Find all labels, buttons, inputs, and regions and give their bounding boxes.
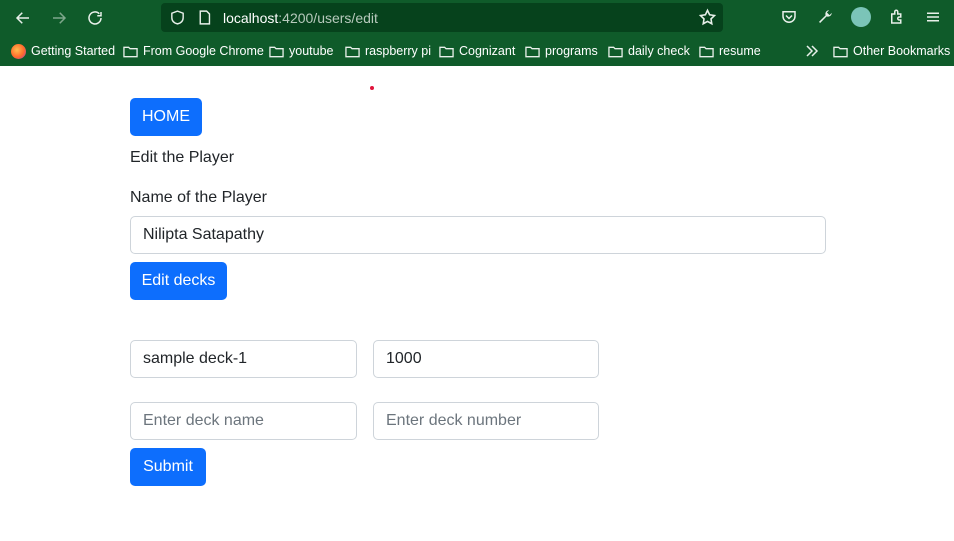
url-text[interactable]: localhost:4200/users/edit xyxy=(223,10,378,26)
bookmark-label: Cognizant xyxy=(459,44,516,58)
page-info-icon[interactable] xyxy=(196,9,213,26)
pocket-icon[interactable] xyxy=(779,7,799,27)
bookmark-star-icon[interactable] xyxy=(698,8,717,27)
home-button[interactable]: HOME xyxy=(130,98,202,136)
bookmark-programs[interactable]: programs xyxy=(525,43,598,59)
folder-icon xyxy=(269,46,284,57)
browser-toolbar: localhost:4200/users/edit xyxy=(0,0,954,36)
player-name-input[interactable] xyxy=(130,216,826,254)
folder-icon xyxy=(345,46,360,57)
bookmark-label: From Google Chrome xyxy=(143,44,264,58)
folder-icon xyxy=(833,46,848,57)
extensions-icon[interactable] xyxy=(887,7,907,27)
menu-icon[interactable] xyxy=(923,7,943,27)
account-avatar-icon[interactable] xyxy=(851,7,871,27)
new-deck-name-input[interactable] xyxy=(130,402,357,440)
folder-icon xyxy=(699,46,714,57)
bookmark-label: raspberry pi xyxy=(365,44,431,58)
page-heading: Edit the Player xyxy=(130,149,235,166)
deck-name-input[interactable] xyxy=(130,340,357,378)
bookmark-cognizant[interactable]: Cognizant xyxy=(439,43,515,59)
bookmark-other-bookmarks[interactable]: Other Bookmarks xyxy=(833,43,950,59)
edit-decks-button[interactable]: Edit decks xyxy=(130,262,227,300)
bookmark-from-google-chrome[interactable]: From Google Chrome xyxy=(123,43,264,59)
bookmark-raspberry-pi[interactable]: raspberry pi xyxy=(345,43,431,59)
folder-icon xyxy=(608,46,623,57)
shield-icon[interactable] xyxy=(169,9,186,26)
url-path: :4200/users/edit xyxy=(278,10,378,26)
folder-icon xyxy=(439,46,454,57)
bookmark-label: Other Bookmarks xyxy=(853,44,951,58)
bookmark-label: youtube xyxy=(289,44,334,58)
bookmark-label: daily check xyxy=(628,44,690,58)
deck-number-input[interactable] xyxy=(373,340,599,378)
new-deck-number-input[interactable] xyxy=(373,402,599,440)
url-bar[interactable]: localhost:4200/users/edit xyxy=(161,3,723,32)
bookmark-daily-check[interactable]: daily check xyxy=(608,43,690,59)
bookmark-label: Getting Started xyxy=(31,44,116,58)
reload-icon[interactable] xyxy=(83,6,107,30)
bookmark-youtube[interactable]: youtube xyxy=(269,43,333,59)
bookmarks-overflow-chevron-icon[interactable] xyxy=(804,43,820,59)
red-dot-marker xyxy=(370,86,374,90)
back-arrow-icon[interactable] xyxy=(11,6,35,30)
forward-arrow-icon[interactable] xyxy=(47,6,71,30)
bookmark-getting-started[interactable]: Getting Started xyxy=(11,43,115,59)
bookmark-label: resume xyxy=(719,44,761,58)
folder-icon xyxy=(525,46,540,57)
bookmarks-bar: Getting Started From Google Chrome youtu… xyxy=(0,36,954,66)
firefox-icon xyxy=(11,43,26,59)
player-name-label: Name of the Player xyxy=(130,189,267,206)
bookmark-resume[interactable]: resume xyxy=(699,43,761,59)
wrench-icon[interactable] xyxy=(815,7,835,27)
bookmark-label: programs xyxy=(545,44,598,58)
folder-icon xyxy=(123,46,138,57)
url-host: localhost xyxy=(223,10,279,26)
submit-button[interactable]: Submit xyxy=(130,448,206,486)
